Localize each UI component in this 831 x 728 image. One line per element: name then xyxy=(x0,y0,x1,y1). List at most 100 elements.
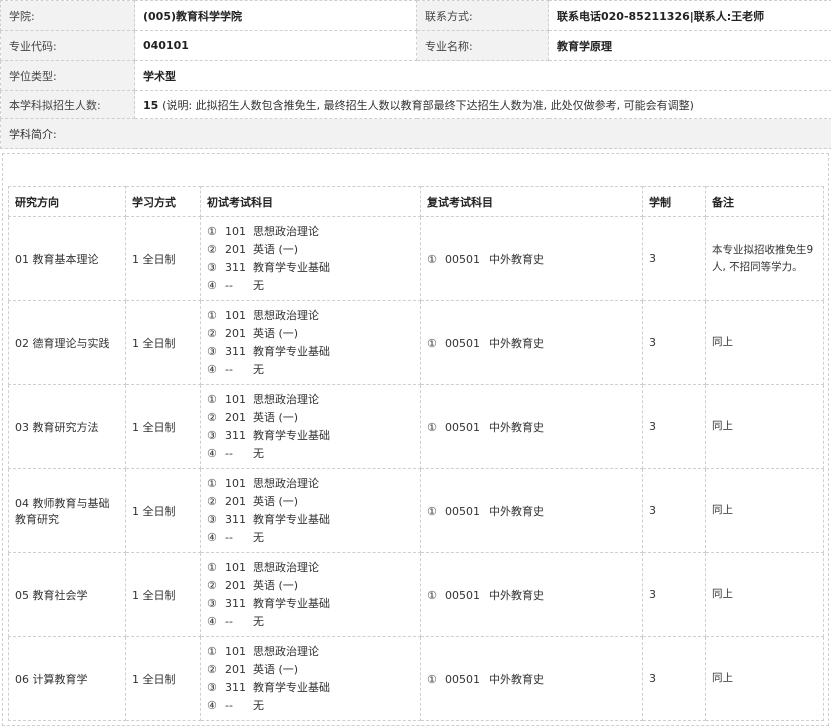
remark-cell: 同上 xyxy=(705,468,824,553)
table-row: 02 德育理论与实践 1 全日制 ① 101 思想政治理论 ② 201 英语 (一) ③ 311 教… xyxy=(8,300,824,385)
retest-name: 中外教育史 xyxy=(489,588,544,602)
retest-number: ① xyxy=(427,588,437,602)
subject-number: ③ xyxy=(207,680,217,694)
subject-number: ③ xyxy=(207,596,217,610)
exam-subject-line: ① 101 思想政治理论 xyxy=(207,223,414,241)
years-cell: 3 xyxy=(642,636,706,721)
years-cell: 3 xyxy=(642,552,706,637)
exam-subject-line: ③ 311 教育学专业基础 xyxy=(207,679,414,697)
header-subjects: 初试考试科目 xyxy=(200,186,421,217)
subject-number: ④ xyxy=(207,614,217,628)
subject-name: 教育学专业基础 xyxy=(253,680,330,694)
retest-name: 中外教育史 xyxy=(489,336,544,350)
directions-table: 研究方向 学习方式 初试考试科目 复试考试科目 学制 备注 01 教育基本理论 1… xyxy=(8,186,824,721)
subject-number: ④ xyxy=(207,362,217,376)
study-mode-cell: 1 全日制 xyxy=(125,300,201,385)
intro-label: 学科简介: xyxy=(0,118,831,149)
study-mode-cell: 1 全日制 xyxy=(125,384,201,469)
subject-name: 思想政治理论 xyxy=(253,224,319,238)
exam-subjects-cell: ① 101 思想政治理论 ② 201 英语 (一) ③ 311 教育学专业基础 ④ -- 无 xyxy=(200,384,421,469)
subject-code: 201 xyxy=(225,494,246,508)
major-name-label: 专业名称: xyxy=(416,30,549,61)
subject-number: ② xyxy=(207,494,217,508)
subject-code: 311 xyxy=(225,344,246,358)
years-cell: 3 xyxy=(642,300,706,385)
subject-code: 101 xyxy=(225,476,246,490)
retest-code: 00501 xyxy=(445,420,480,434)
retest-subject-cell: ① 00501 中外教育史 xyxy=(420,468,643,553)
exam-subject-line: ④ -- 无 xyxy=(207,361,414,379)
exam-subject-line: ④ -- 无 xyxy=(207,613,414,631)
retest-number: ① xyxy=(427,672,437,686)
subject-number: ③ xyxy=(207,344,217,358)
subject-name: 教育学专业基础 xyxy=(253,512,330,526)
exam-subject-line: ② 201 英语 (一) xyxy=(207,325,414,343)
subject-name: 教育学专业基础 xyxy=(253,344,330,358)
header-years: 学制 xyxy=(642,186,706,217)
subject-code: 311 xyxy=(225,428,246,442)
subject-name: 无 xyxy=(253,278,264,292)
subject-number: ④ xyxy=(207,530,217,544)
retest-code: 00501 xyxy=(445,252,480,266)
subject-code: -- xyxy=(225,446,233,460)
info-row-college: 学院: (005)教育科学学院 联系方式: 联系电话020-85211326|联… xyxy=(0,0,831,31)
subject-number: ① xyxy=(207,476,217,490)
exam-subject-line: ② 201 英语 (一) xyxy=(207,493,414,511)
subject-code: -- xyxy=(225,614,233,628)
exam-subject-line: ① 101 思想政治理论 xyxy=(207,307,414,325)
major-code-label: 专业代码: xyxy=(0,30,135,61)
retest-name: 中外教育史 xyxy=(489,672,544,686)
study-mode-cell: 1 全日制 xyxy=(125,468,201,553)
subject-code: 101 xyxy=(225,224,246,238)
subject-code: -- xyxy=(225,278,233,292)
degree-type-value: 学术型 xyxy=(134,60,831,91)
exam-subject-line: ① 101 思想政治理论 xyxy=(207,559,414,577)
exam-subjects-cell: ① 101 思想政治理论 ② 201 英语 (一) ③ 311 教育学专业基础 ④ -- 无 xyxy=(200,300,421,385)
header-retest: 复试考试科目 xyxy=(420,186,643,217)
subject-name: 教育学专业基础 xyxy=(253,596,330,610)
exam-subject-line: ④ -- 无 xyxy=(207,277,414,295)
subject-name: 英语 (一) xyxy=(253,242,299,256)
subject-number: ① xyxy=(207,308,217,322)
exam-subject-line: ③ 311 教育学专业基础 xyxy=(207,427,414,445)
retest-subject-cell: ① 00501 中外教育史 xyxy=(420,636,643,721)
subject-name: 英语 (一) xyxy=(253,494,299,508)
subject-code: 101 xyxy=(225,308,246,322)
subject-number: ④ xyxy=(207,698,217,712)
subject-code: 201 xyxy=(225,326,246,340)
retest-number: ① xyxy=(427,252,437,266)
exam-subject-line: ① 101 思想政治理论 xyxy=(207,475,414,493)
subject-number: ① xyxy=(207,224,217,238)
retest-number: ① xyxy=(427,336,437,350)
exam-subject-line: ③ 311 教育学专业基础 xyxy=(207,511,414,529)
table-row: 05 教育社会学 1 全日制 ① 101 思想政治理论 ② 201 英语 (一) ③ 311 教育学… xyxy=(8,552,824,637)
subject-name: 思想政治理论 xyxy=(253,308,319,322)
retest-code: 00501 xyxy=(445,336,480,350)
header-remark: 备注 xyxy=(705,186,824,217)
remark-cell: 同上 xyxy=(705,552,824,637)
exam-subject-line: ① 101 思想政治理论 xyxy=(207,643,414,661)
table-row: 06 计算教育学 1 全日制 ① 101 思想政治理论 ② 201 英语 (一) ③ 311 教育学… xyxy=(8,636,824,721)
retest-code: 00501 xyxy=(445,588,480,602)
subject-number: ② xyxy=(207,326,217,340)
exam-subject-line: ④ -- 无 xyxy=(207,445,414,463)
subject-code: 201 xyxy=(225,242,246,256)
subject-code: 311 xyxy=(225,596,246,610)
subject-name: 英语 (一) xyxy=(253,326,299,340)
retest-name: 中外教育史 xyxy=(489,420,544,434)
major-code-value: 040101 xyxy=(134,30,417,61)
enroll-cell: 15 (说明: 此拟招生人数包含推免生, 最终招生人数以教育部最终下达招生人数为… xyxy=(134,90,831,119)
direction-cell: 02 德育理论与实践 xyxy=(8,300,126,385)
subject-code: 201 xyxy=(225,410,246,424)
subject-number: ① xyxy=(207,560,217,574)
direction-cell: 06 计算教育学 xyxy=(8,636,126,721)
study-mode-cell: 1 全日制 xyxy=(125,636,201,721)
years-cell: 3 xyxy=(642,216,706,301)
subject-name: 思想政治理论 xyxy=(253,392,319,406)
retest-subject-cell: ① 00501 中外教育史 xyxy=(420,384,643,469)
subject-name: 英语 (一) xyxy=(253,578,299,592)
table-row: 03 教育研究方法 1 全日制 ① 101 思想政治理论 ② 201 英语 (一) ③ 311 教育… xyxy=(8,384,824,469)
subject-name: 无 xyxy=(253,362,264,376)
direction-cell: 04 教师教育与基础教育研究 xyxy=(8,468,126,553)
retest-number: ① xyxy=(427,420,437,434)
